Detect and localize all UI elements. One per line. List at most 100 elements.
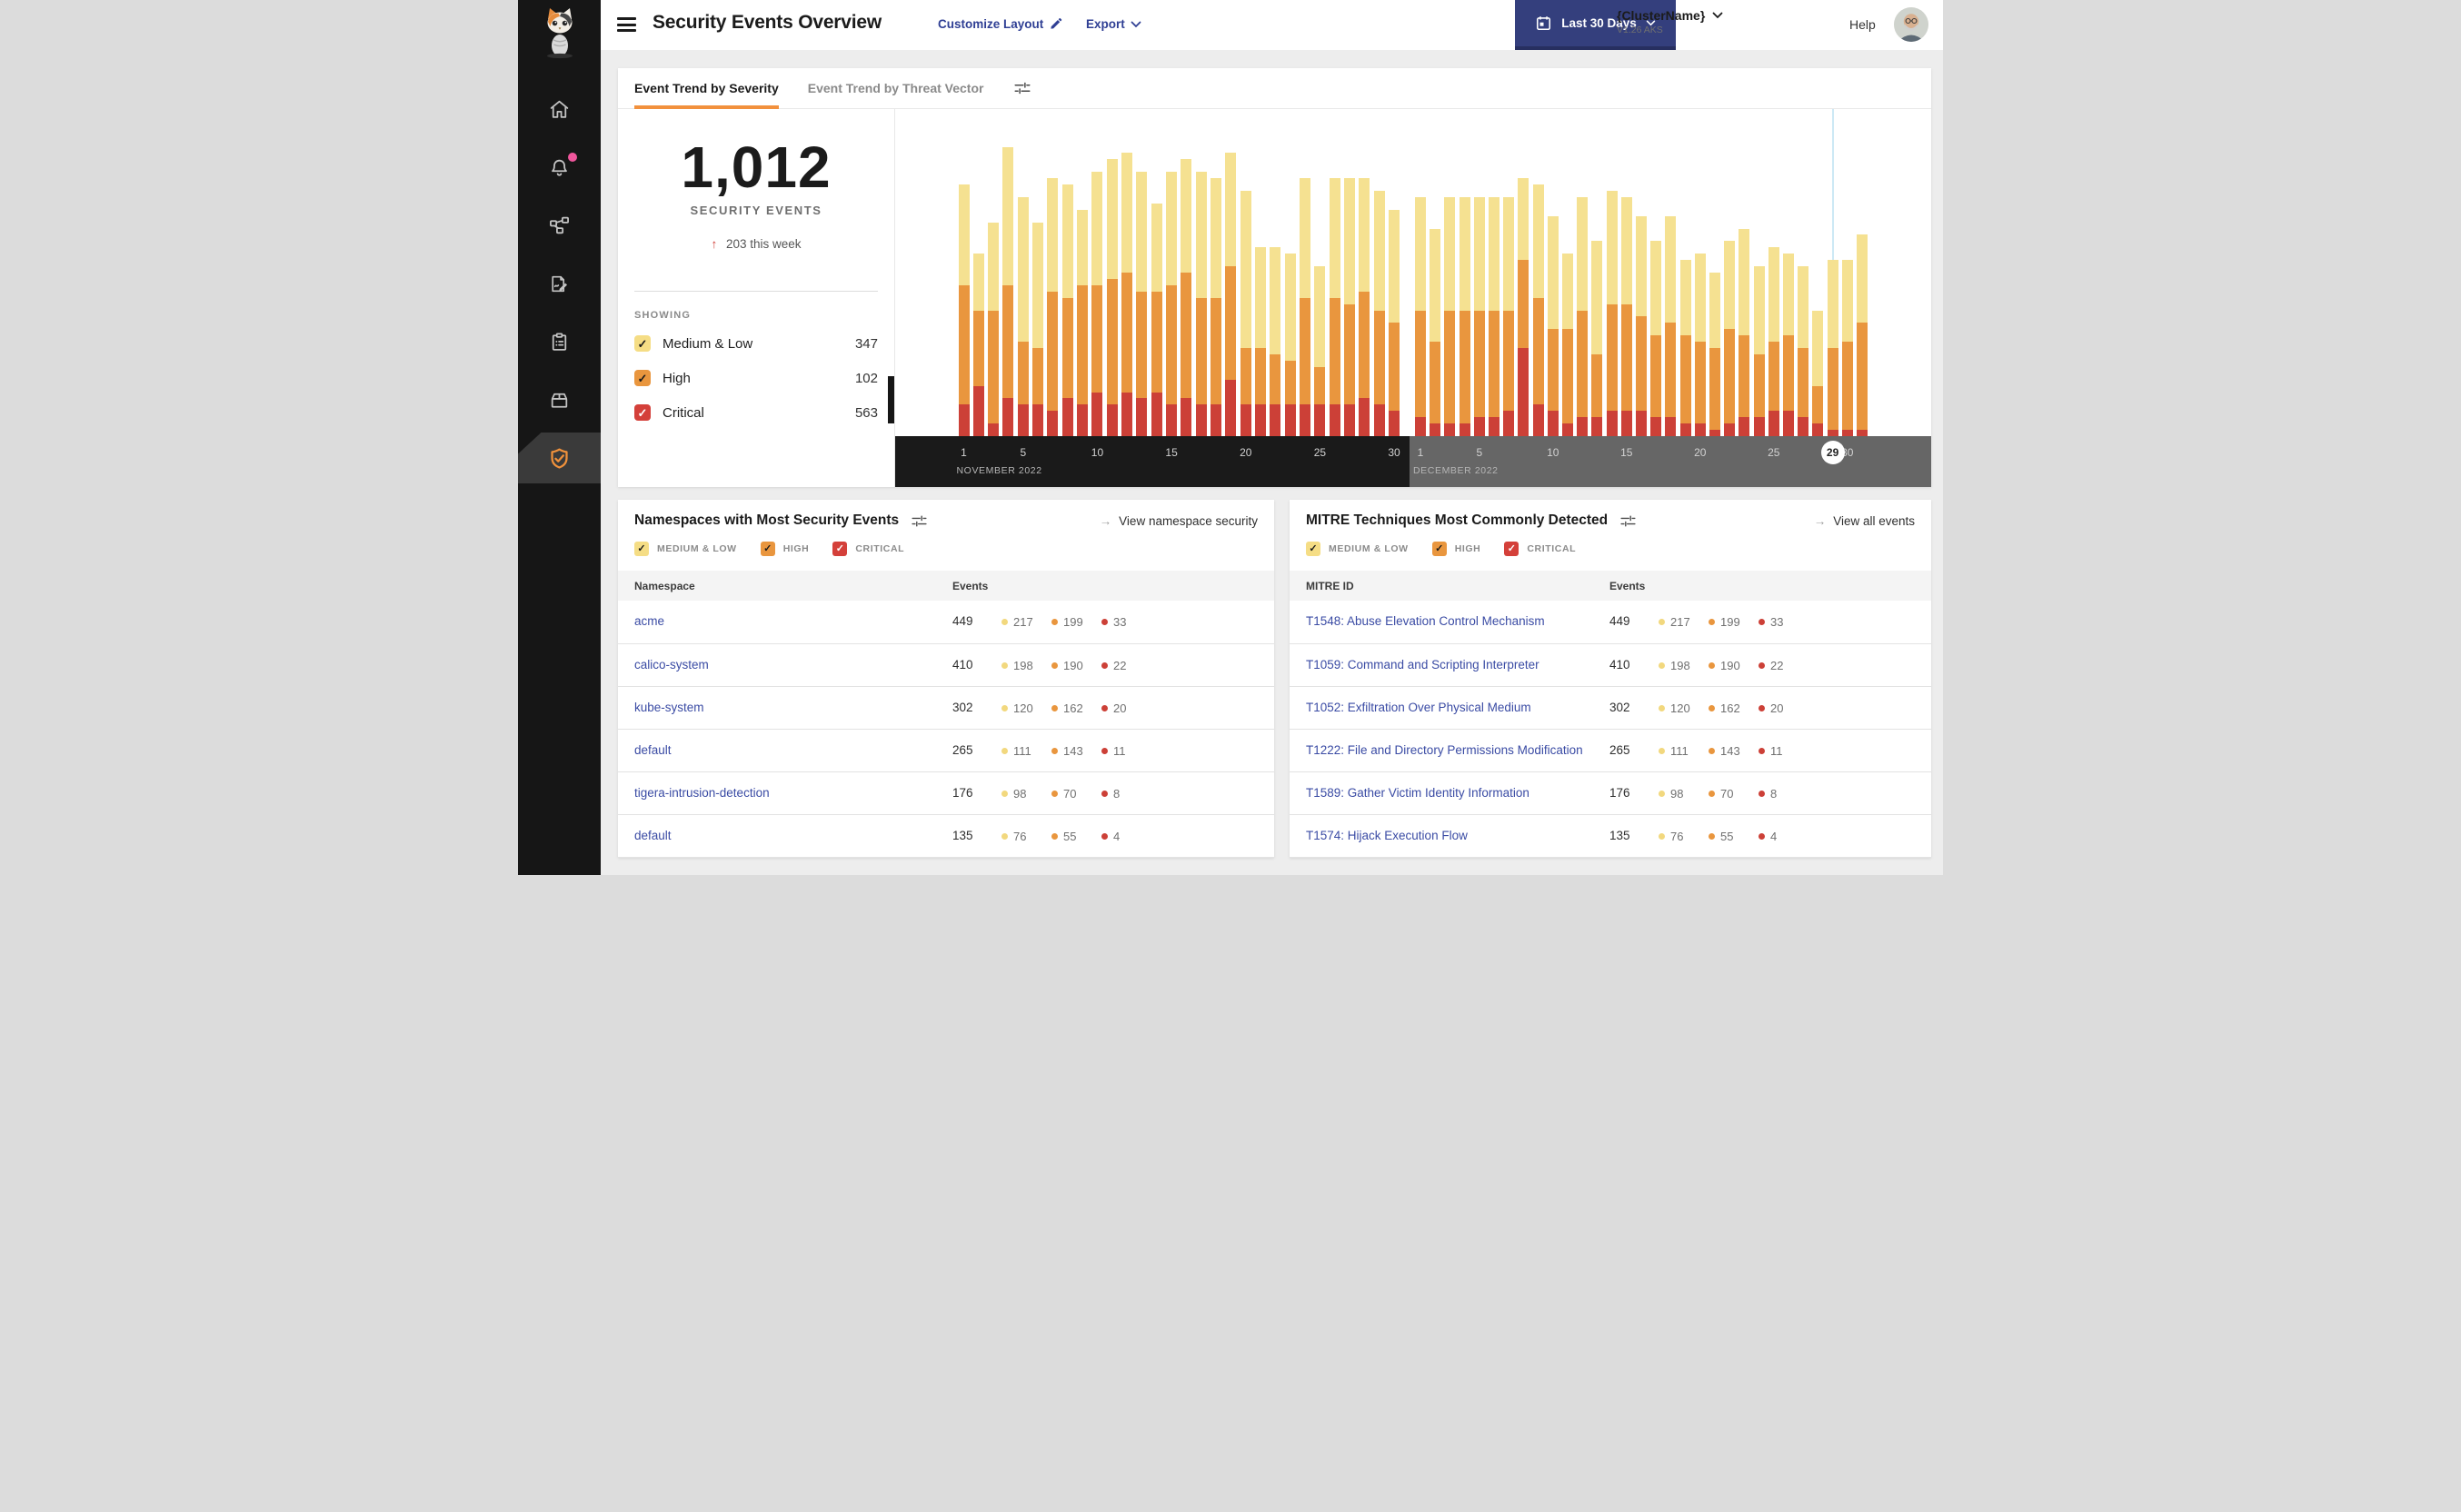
checkbox-checked-icon[interactable]: ✓ (760, 542, 775, 556)
checkbox-checked-icon[interactable]: ✓ (1306, 542, 1320, 556)
bar-december-23[interactable] (1739, 228, 1750, 436)
row-name-link[interactable]: kube-system (634, 701, 704, 714)
bar-december-4[interactable] (1459, 196, 1470, 436)
scrollbar-thumb[interactable] (888, 376, 894, 423)
bar-november-25[interactable] (1314, 266, 1326, 436)
sidebar-item-compliance[interactable] (518, 313, 601, 371)
row-name-link[interactable]: calico-system (634, 658, 709, 671)
row-name-link[interactable]: T1574: Hijack Execution Flow (1306, 829, 1468, 842)
selected-day-marker[interactable]: 29 (1820, 441, 1845, 464)
row-name-link[interactable]: tigera-intrusion-detection (634, 786, 770, 800)
row-name-link[interactable]: T1052: Exfiltration Over Physical Medium (1306, 701, 1531, 714)
tab-event-trend-by-threat-vector[interactable]: Event Trend by Threat Vector (808, 68, 984, 108)
checkbox-checked-icon[interactable]: ✓ (634, 542, 649, 556)
sidebar-item-workloads[interactable] (518, 371, 601, 429)
bar-december-19[interactable] (1679, 260, 1691, 436)
help-link[interactable]: Help (1849, 17, 1876, 32)
bar-december-22[interactable] (1724, 241, 1736, 436)
sidebar-item-logs[interactable] (518, 254, 601, 313)
bar-november-10[interactable] (1091, 172, 1103, 436)
bar-december-9[interactable] (1532, 184, 1544, 436)
bar-november-14[interactable] (1151, 203, 1162, 436)
calico-cat-logo[interactable] (518, 0, 601, 80)
checkbox-checked-icon[interactable]: ✓ (634, 335, 651, 352)
bar-december-31[interactable] (1857, 234, 1868, 436)
bar-december-6[interactable] (1489, 196, 1500, 436)
bar-november-21[interactable] (1255, 247, 1267, 436)
bar-december-3[interactable] (1444, 196, 1456, 436)
severity-filter-critical[interactable]: ✓ CRITICAL (832, 542, 904, 556)
sidebar-item-alerts[interactable] (518, 138, 601, 196)
bar-december-29[interactable] (1827, 260, 1838, 436)
bar-december-7[interactable] (1503, 196, 1515, 436)
bar-november-17[interactable] (1195, 172, 1207, 436)
bar-november-4[interactable] (1002, 146, 1014, 436)
bar-december-20[interactable] (1694, 254, 1706, 436)
bar-november-13[interactable] (1136, 172, 1148, 436)
view-all-events-link[interactable]: → View all events (1814, 514, 1915, 528)
bar-december-28[interactable] (1812, 310, 1824, 436)
bar-december-2[interactable] (1430, 228, 1441, 436)
export-button[interactable]: Export (1086, 17, 1141, 31)
tab-event-trend-by-severity[interactable]: Event Trend by Severity (634, 68, 779, 109)
avatar[interactable] (1894, 7, 1928, 42)
filter-settings-icon[interactable] (912, 513, 927, 529)
customize-layout-button[interactable]: Customize Layout (938, 17, 1062, 31)
bar-december-13[interactable] (1591, 241, 1603, 436)
legend-row-critical[interactable]: ✓ Critical 563 (634, 395, 878, 430)
checkbox-checked-icon[interactable]: ✓ (832, 542, 848, 556)
bar-november-29[interactable] (1373, 191, 1385, 436)
bar-november-18[interactable] (1211, 178, 1222, 436)
bar-november-23[interactable] (1284, 254, 1296, 436)
bar-november-9[interactable] (1077, 209, 1089, 436)
bar-november-7[interactable] (1047, 178, 1059, 436)
severity-filter-high[interactable]: ✓ HIGH (760, 542, 810, 556)
bar-december-25[interactable] (1768, 247, 1779, 436)
bar-november-24[interactable] (1300, 178, 1311, 436)
bar-december-8[interactable] (1518, 178, 1529, 436)
bar-november-26[interactable] (1329, 178, 1340, 436)
bar-december-15[interactable] (1620, 196, 1632, 436)
bar-november-3[interactable] (988, 222, 1000, 436)
cluster-selector[interactable]: {ClusterName} V1.26 AKS (1617, 8, 1753, 35)
sidebar-item-service-graph[interactable] (518, 196, 601, 254)
checkbox-checked-icon[interactable]: ✓ (1504, 542, 1519, 556)
severity-filter-critical[interactable]: ✓ CRITICAL (1504, 542, 1576, 556)
bar-december-21[interactable] (1709, 273, 1720, 436)
bar-november-28[interactable] (1359, 178, 1370, 436)
row-name-link[interactable]: default (634, 829, 672, 842)
hamburger-icon[interactable] (617, 17, 636, 32)
bar-november-30[interactable] (1389, 209, 1400, 436)
bar-december-26[interactable] (1783, 254, 1794, 436)
bar-december-24[interactable] (1753, 266, 1765, 436)
row-name-link[interactable]: T1589: Gather Victim Identity Informatio… (1306, 786, 1529, 800)
bar-november-6[interactable] (1032, 222, 1044, 436)
bar-november-8[interactable] (1061, 184, 1073, 436)
checkbox-checked-icon[interactable]: ✓ (1431, 542, 1447, 556)
legend-row-high[interactable]: ✓ High 102 (634, 361, 878, 395)
checkbox-checked-icon[interactable]: ✓ (634, 370, 651, 386)
bar-november-19[interactable] (1225, 153, 1237, 436)
row-name-link[interactable]: T1059: Command and Scripting Interpreter (1306, 658, 1539, 671)
bar-november-20[interactable] (1240, 191, 1251, 436)
bar-december-11[interactable] (1562, 254, 1573, 436)
filter-settings-icon[interactable] (1014, 80, 1031, 96)
row-name-link[interactable]: default (634, 743, 672, 757)
bar-december-10[interactable] (1547, 215, 1559, 436)
bar-december-18[interactable] (1665, 215, 1677, 436)
severity-filter-high[interactable]: ✓ HIGH (1431, 542, 1481, 556)
bar-november-27[interactable] (1344, 178, 1356, 436)
bar-december-17[interactable] (1650, 241, 1662, 436)
bar-november-1[interactable] (958, 184, 970, 436)
sidebar-item-home[interactable] (518, 80, 601, 138)
checkbox-checked-icon[interactable]: ✓ (634, 404, 651, 421)
row-name-link[interactable]: T1548: Abuse Elevation Control Mechanism (1306, 614, 1545, 628)
bar-december-16[interactable] (1636, 215, 1647, 436)
bar-november-2[interactable] (972, 254, 984, 436)
severity-filter-medium-low[interactable]: ✓ MEDIUM & LOW (1306, 542, 1409, 556)
bar-november-5[interactable] (1017, 196, 1029, 436)
bar-november-12[interactable] (1121, 153, 1133, 436)
bar-november-22[interactable] (1270, 247, 1281, 436)
bar-december-27[interactable] (1798, 266, 1809, 436)
row-name-link[interactable]: acme (634, 614, 664, 628)
